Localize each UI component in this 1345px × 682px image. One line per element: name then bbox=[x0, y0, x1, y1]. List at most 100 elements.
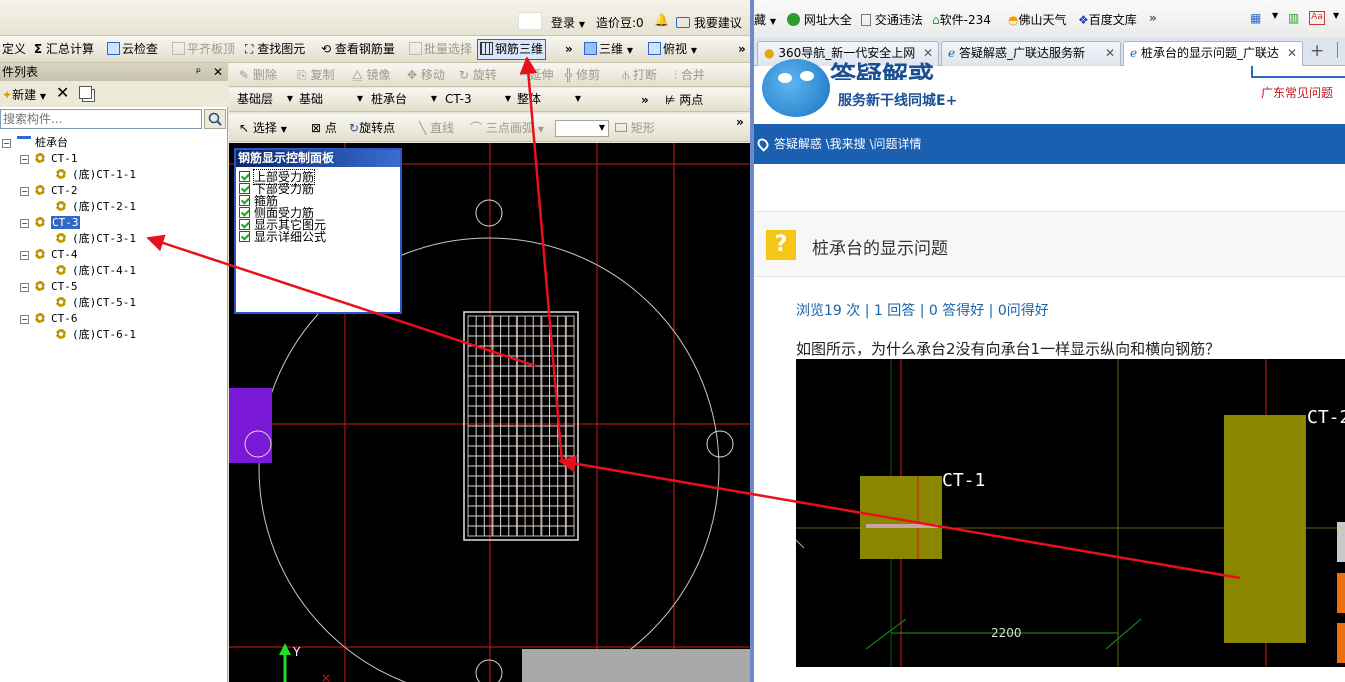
faq-link[interactable]: 广东常见问题 bbox=[1261, 84, 1333, 101]
breadcrumb[interactable]: 答疑解惑 \我来搜 \问题详情 bbox=[774, 137, 922, 151]
tree-node-selected[interactable]: − CT-3 bbox=[20, 215, 80, 230]
three-d-dropdown[interactable]: 三维 ▼ bbox=[582, 40, 635, 59]
wenku-label: 百度文库 bbox=[1088, 13, 1137, 27]
login-button[interactable]: 登录 ▼ bbox=[551, 14, 585, 31]
copy-icon[interactable] bbox=[79, 86, 92, 99]
view-rebar-qty-button[interactable]: ⟲ 查看钢筋量 bbox=[319, 40, 397, 59]
tree-child[interactable]: (底)CT-4-1 bbox=[56, 263, 136, 278]
pdf-icon[interactable]: Aa bbox=[1309, 11, 1325, 25]
top-view-dropdown[interactable]: 俯视 ▼ bbox=[646, 40, 699, 59]
checkbox[interactable] bbox=[239, 219, 250, 230]
toolbar-more-button-2[interactable]: » bbox=[736, 40, 748, 59]
component-dropdown[interactable]: CT-3 ▼ bbox=[442, 91, 514, 109]
checkbox[interactable] bbox=[239, 171, 250, 182]
rebar-3d-button[interactable]: 钢筋三维 bbox=[477, 39, 547, 60]
chevron-down-icon[interactable]: ▼ bbox=[1333, 11, 1339, 20]
user-avatar[interactable] bbox=[518, 12, 542, 30]
toolbar-more-button[interactable]: » bbox=[563, 40, 575, 59]
tree-node[interactable]: − CT-5 bbox=[20, 279, 78, 294]
tree-child[interactable]: (底)CT-3-1 bbox=[56, 231, 136, 246]
unit-dropdown[interactable]: 整体 ▼ bbox=[514, 91, 584, 109]
checkbox[interactable] bbox=[239, 183, 250, 194]
tree-node[interactable]: − CT-6 bbox=[20, 311, 78, 326]
bookmark-wenku[interactable]: ❖百度文库 bbox=[1078, 11, 1137, 28]
layer-toolbar-more[interactable]: » bbox=[641, 92, 649, 109]
tree-child[interactable]: (底)CT-2-1 bbox=[56, 199, 136, 214]
layer-dropdown[interactable]: 基础层 ▼ bbox=[234, 91, 296, 109]
arc-button[interactable]: ⌒ 三点画弧 ▼ bbox=[470, 120, 544, 137]
component-search-input[interactable] bbox=[0, 109, 202, 129]
break-button[interactable]: ⫛ 打断 bbox=[622, 67, 657, 84]
apps-icon[interactable]: ▦ bbox=[1250, 11, 1261, 25]
type-dropdown[interactable]: 桩承台 ▼ bbox=[368, 91, 440, 109]
bell-icon[interactable]: 🔔 bbox=[654, 13, 669, 27]
tree-child[interactable]: (底)CT-1-1 bbox=[56, 167, 136, 182]
draw-toolbar-more[interactable]: » bbox=[736, 114, 744, 131]
align-slab-button[interactable]: 平齐板顶 bbox=[170, 40, 237, 59]
move-button[interactable]: ✥ 移动 bbox=[407, 67, 445, 84]
arc-param-dropdown[interactable]: ▼ bbox=[555, 120, 609, 137]
category-dropdown[interactable]: 基础 ▼ bbox=[296, 91, 366, 109]
bookmarks-more[interactable]: » bbox=[1149, 11, 1157, 25]
pin-icon[interactable]: ᵖ bbox=[196, 63, 201, 81]
tab-list-icon[interactable] bbox=[1337, 42, 1345, 58]
bookmark-favorites[interactable]: 藏 ▼ bbox=[754, 11, 776, 28]
collapse-icon[interactable]: − bbox=[20, 219, 29, 228]
chevron-down-icon[interactable]: ▼ bbox=[1272, 11, 1278, 20]
collapse-icon[interactable]: − bbox=[20, 251, 29, 260]
collapse-icon[interactable]: − bbox=[20, 315, 29, 324]
tree-child[interactable]: (底)CT-5-1 bbox=[56, 295, 136, 310]
collapse-icon[interactable]: − bbox=[2, 139, 11, 148]
question-screenshot[interactable]: CT-1 CT-2 2200 bbox=[796, 359, 1345, 667]
copy-button[interactable]: ⎘ 复制 bbox=[297, 67, 334, 84]
sum-calc-button[interactable]: Σ 汇总计算 bbox=[32, 40, 96, 59]
mirror-button[interactable]: ⧋ 镜像 bbox=[352, 67, 391, 84]
reader-icon[interactable]: ▥ bbox=[1288, 11, 1299, 25]
cad-canvas[interactable]: Y × 钢筋显示控制面板 上部受力筋 下部受力筋 箍筋 侧面受力筋 显示其它图元… bbox=[229, 143, 750, 682]
merge-button[interactable]: ⫶ 合并 bbox=[674, 67, 705, 84]
tree-node[interactable]: − CT-2 bbox=[20, 183, 78, 198]
trim-button[interactable]: ╬ 修剪 bbox=[565, 67, 600, 84]
search-button[interactable] bbox=[204, 109, 226, 129]
browser-tab[interactable]: ℯ 答疑解惑_广联达服务新 ✕ bbox=[941, 41, 1121, 66]
rotate-point-button[interactable]: ↻旋转点 bbox=[349, 120, 395, 137]
collapse-icon[interactable]: − bbox=[20, 283, 29, 292]
collapse-icon[interactable]: − bbox=[20, 187, 29, 196]
rect-button[interactable]: 矩形 bbox=[615, 120, 655, 137]
collapse-icon[interactable]: − bbox=[20, 155, 29, 164]
suggest-button[interactable]: 我要建议 bbox=[676, 14, 742, 31]
two-points-button[interactable]: ⊭ 两点 bbox=[665, 92, 703, 109]
find-element-button[interactable]: ⛶ 查找图元 bbox=[243, 40, 307, 59]
bookmark-site-nav[interactable]: 网址大全 bbox=[787, 11, 852, 28]
close-icon[interactable]: ✕ bbox=[213, 63, 223, 81]
line-button[interactable]: ╲ 直线 bbox=[419, 120, 454, 137]
rebar-option-formula[interactable]: 显示详细公式 bbox=[236, 231, 400, 243]
search-icon bbox=[208, 112, 222, 126]
tree-root[interactable]: − 桩承台 bbox=[2, 135, 68, 150]
cloud-check-button[interactable]: 云检查 bbox=[105, 40, 160, 59]
close-icon[interactable]: ✕ bbox=[1105, 42, 1115, 65]
rebar-panel-title: 钢筋显示控制面板 bbox=[236, 150, 400, 167]
batch-select-button[interactable]: 批量选择 bbox=[407, 40, 474, 59]
tree-node[interactable]: − CT-4 bbox=[20, 247, 78, 262]
browser-tab-active[interactable]: ℯ 桩承台的显示问题_广联达 ✕ bbox=[1123, 41, 1303, 66]
bookmark-software[interactable]: ⌂软件-234 bbox=[932, 11, 991, 28]
point-button[interactable]: ⊠ 点 bbox=[311, 120, 337, 137]
bookmark-traffic[interactable]: 交通违法 bbox=[861, 11, 923, 28]
define-button[interactable]: 定义 bbox=[0, 40, 28, 59]
extend-button[interactable]: ⊣延伸 bbox=[519, 67, 553, 84]
checkbox[interactable] bbox=[239, 195, 250, 206]
select-dropdown[interactable]: ↖ 选择 ▼ bbox=[239, 120, 287, 137]
tree-child[interactable]: (底)CT-6-1 bbox=[56, 327, 136, 342]
new-component-button[interactable]: ✦新建 ▼ bbox=[2, 86, 46, 103]
new-tab-button[interactable]: + bbox=[1310, 41, 1324, 61]
tree-node[interactable]: − CT-1 bbox=[20, 151, 78, 166]
delete-icon[interactable]: ✕ bbox=[56, 83, 69, 102]
close-icon[interactable]: ✕ bbox=[1287, 42, 1297, 65]
checkbox[interactable] bbox=[239, 207, 250, 218]
rotate-point-icon: ↻ bbox=[349, 121, 360, 135]
checkbox[interactable] bbox=[239, 231, 250, 242]
delete-button[interactable]: ✎ 删除 bbox=[239, 67, 277, 84]
rotate-button[interactable]: ↻ 旋转 bbox=[459, 67, 497, 84]
bookmark-weather[interactable]: ◓佛山天气 bbox=[1008, 11, 1067, 28]
